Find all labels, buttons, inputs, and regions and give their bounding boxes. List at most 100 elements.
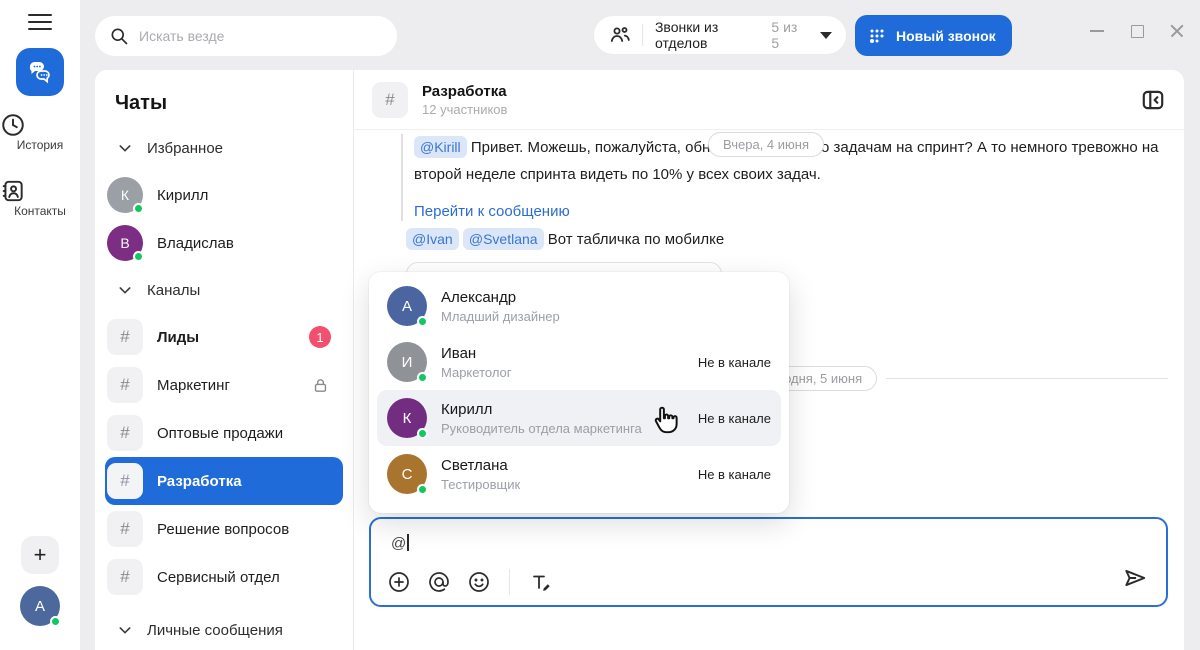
composer-input[interactable]: @ — [391, 534, 409, 552]
hash-icon: # — [107, 319, 143, 355]
mention-option-ivan[interactable]: И Иван Маркетолог Не в канале — [377, 334, 781, 390]
avatar: И — [387, 342, 427, 382]
maximize-icon[interactable] — [1130, 24, 1144, 38]
section-label: Каналы — [147, 282, 200, 299]
mention-icon[interactable] — [427, 570, 451, 594]
search-input[interactable]: Искать везде — [95, 16, 397, 56]
avatar: С — [387, 454, 427, 494]
section-label: Избранное — [147, 140, 223, 157]
chat-bubbles-icon — [26, 58, 54, 86]
page-title: Чаты — [95, 70, 353, 125]
avatar: В — [107, 225, 143, 261]
rail-item-contacts[interactable]: Контакты — [0, 178, 80, 218]
chat-members-count: 12 участников — [422, 102, 507, 117]
avatar-initial: К — [121, 187, 129, 203]
attach-icon[interactable] — [387, 570, 411, 594]
go-to-message-link[interactable]: Перейти к сообщению — [414, 203, 570, 220]
avatar: К — [387, 398, 427, 438]
mention-chip[interactable]: @Kirill — [414, 136, 467, 158]
hash-icon: # — [372, 82, 408, 118]
message-composer[interactable]: @ — [369, 517, 1168, 607]
membership-status: Не в канале — [698, 467, 771, 482]
text-format-icon[interactable] — [528, 570, 552, 594]
send-icon[interactable] — [1122, 565, 1148, 591]
group-call-icon — [608, 23, 632, 47]
rail-item-chats[interactable] — [16, 48, 64, 96]
close-icon[interactable] — [1170, 24, 1184, 38]
sticky-date-pill: Вчера, 4 июня — [708, 132, 824, 157]
list-item-vladislav[interactable]: В Владислав — [95, 219, 353, 267]
contact-name: Владислав — [157, 235, 234, 252]
channel-item-razrabotka[interactable]: # Разработка — [105, 457, 343, 505]
composer-text: @ — [391, 535, 406, 552]
avatar-initial: С — [402, 466, 413, 483]
user-role: Руководитель отдела маркетинга — [441, 421, 642, 436]
avatar-initial: К — [403, 410, 412, 427]
channel-item-optovye[interactable]: # Оптовые продажи — [105, 409, 343, 457]
lock-icon — [312, 377, 329, 394]
online-status-dot — [133, 251, 144, 262]
minimize-icon[interactable] — [1090, 24, 1104, 38]
message[interactable]: @Ivan @Svetlana Вот табличка по мобилке — [406, 226, 724, 253]
channel-item-lidy[interactable]: # Лиды 1 — [105, 313, 343, 361]
window-controls — [1090, 24, 1184, 38]
divider — [642, 24, 643, 46]
collapse-panel-icon[interactable] — [1140, 87, 1166, 113]
online-status-dot — [133, 203, 144, 214]
section-direct-messages[interactable]: Личные сообщения — [95, 607, 353, 650]
new-call-label: Новый звонок — [896, 28, 996, 44]
unread-badge: 1 — [309, 326, 331, 348]
add-button[interactable]: + — [21, 536, 59, 574]
mention-option-kirill[interactable]: К Кирилл Руководитель отдела маркетинга … — [377, 390, 781, 446]
rail-item-label: История — [0, 138, 80, 152]
menu-icon[interactable] — [28, 14, 52, 32]
user-role: Тестировщик — [441, 477, 520, 492]
calls-dropdown[interactable]: Звонки из отделов 5 из 5 — [593, 15, 847, 55]
channel-item-servisny[interactable]: # Сервисный отдел — [105, 553, 343, 601]
chevron-down-icon — [117, 622, 133, 638]
hash-icon: # — [107, 511, 143, 547]
user-role: Младший дизайнер — [441, 309, 560, 324]
channel-name: Разработка — [157, 473, 242, 490]
user-name: Кирилл — [441, 401, 642, 418]
user-role: Маркетолог — [441, 365, 512, 380]
divider — [509, 569, 510, 595]
avatar: А — [387, 286, 427, 326]
section-favorites[interactable]: Избранное — [95, 125, 353, 171]
chevron-down-icon — [117, 282, 133, 298]
channel-item-reshenie[interactable]: # Решение вопросов — [105, 505, 343, 553]
list-item-kirill[interactable]: К Кирилл — [95, 171, 353, 219]
avatar: К — [107, 177, 143, 213]
mention-option-alexandr[interactable]: А Александр Младший дизайнер — [377, 278, 781, 334]
text-caret — [407, 534, 409, 551]
user-name: Светлана — [441, 457, 520, 474]
channel-item-marketing[interactable]: # Маркетинг — [105, 361, 343, 409]
new-call-button[interactable]: Новый звонок — [855, 15, 1012, 56]
calls-dropdown-label: Звонки из отделов — [655, 19, 771, 51]
search-placeholder: Искать везде — [139, 28, 224, 44]
message-body: Вот табличка по мобилке — [548, 231, 724, 248]
user-avatar[interactable]: A — [20, 586, 60, 626]
rail-item-history[interactable]: История — [0, 112, 80, 152]
divider-line — [886, 378, 1168, 379]
mention-chip[interactable]: @Ivan — [406, 228, 459, 250]
mention-autocomplete-popup: А Александр Младший дизайнер И Иван Марк… — [369, 272, 789, 513]
section-channels[interactable]: Каналы — [95, 267, 353, 313]
online-status-dot — [417, 428, 428, 439]
calls-count: 5 из 5 — [771, 19, 808, 51]
mention-chip[interactable]: @Svetlana — [463, 228, 544, 250]
plus-icon: + — [34, 542, 47, 568]
channel-name: Сервисный отдел — [157, 569, 280, 586]
chevron-down-icon — [117, 140, 133, 156]
chat-panel: # Разработка 12 участников @Kirill Приве… — [353, 70, 1184, 650]
membership-status: Не в канале — [698, 355, 771, 370]
channel-name: Оптовые продажи — [157, 425, 283, 442]
rail-item-label: Контакты — [0, 204, 80, 218]
mention-option-svetlana[interactable]: С Светлана Тестировщик Не в канале — [377, 446, 781, 502]
hash-icon: # — [107, 463, 143, 499]
avatar-initial: A — [35, 598, 45, 615]
avatar-initial: В — [120, 235, 129, 251]
channel-name: Маркетинг — [157, 377, 230, 394]
chat-title: Разработка — [422, 83, 507, 100]
emoji-icon[interactable] — [467, 570, 491, 594]
